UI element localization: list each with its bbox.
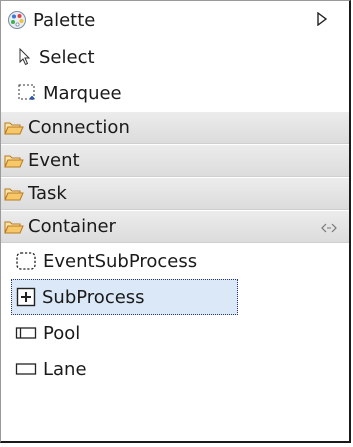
folder-open-icon	[4, 219, 24, 235]
tool-pool[interactable]: Pool	[1, 315, 349, 351]
palette-panel: Palette Select Marquee Connection Event …	[0, 0, 351, 443]
palette-title: Palette	[33, 9, 96, 31]
drawer-event[interactable]: Event	[1, 144, 349, 177]
lane-icon	[15, 362, 37, 376]
tool-lane[interactable]: Lane	[1, 351, 349, 387]
folder-open-icon	[4, 153, 24, 169]
drawer-label: Container	[28, 216, 116, 237]
arrow-select-icon	[17, 48, 33, 66]
pin-icon[interactable]	[321, 219, 337, 233]
palette-header[interactable]: Palette	[1, 1, 349, 39]
event-subprocess-icon	[15, 251, 37, 271]
tool-label: Marquee	[43, 82, 122, 104]
tool-eventsubprocess[interactable]: EventSubProcess	[1, 243, 349, 279]
tool-subprocess-row: SubProcess	[1, 279, 349, 315]
drawer-label: Event	[28, 150, 80, 171]
folder-open-icon	[4, 186, 24, 202]
tool-marquee[interactable]: Marquee	[1, 75, 349, 111]
marquee-icon	[17, 83, 37, 103]
subprocess-icon	[16, 287, 36, 307]
folder-open-icon	[4, 120, 24, 136]
tool-label: SubProcess	[42, 286, 145, 308]
drawer-label: Connection	[28, 117, 130, 138]
tool-subprocess[interactable]: SubProcess	[11, 279, 238, 315]
drawer-connection[interactable]: Connection	[1, 111, 349, 144]
tool-label: Select	[39, 46, 95, 68]
drawer-container[interactable]: Container	[1, 210, 349, 243]
tool-select[interactable]: Select	[1, 39, 349, 75]
drawer-task[interactable]: Task	[1, 177, 349, 210]
pool-icon	[15, 326, 37, 340]
tool-label: EventSubProcess	[43, 250, 198, 272]
drawer-label: Task	[28, 183, 67, 204]
tool-label: Pool	[43, 322, 81, 344]
tool-label: Lane	[43, 358, 87, 380]
palette-icon	[7, 10, 27, 30]
collapse-arrow-icon[interactable]	[315, 11, 329, 27]
